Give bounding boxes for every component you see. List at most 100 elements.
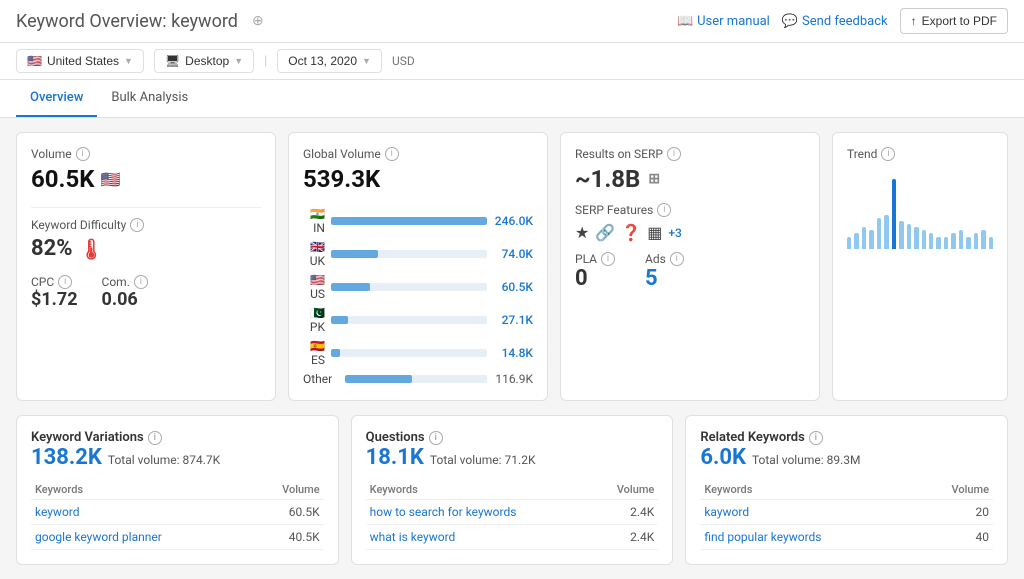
kv-count: 138.2K xyxy=(31,445,102,470)
keyword-cell: find popular keywords xyxy=(700,525,915,550)
volume-info-icon[interactable]: i xyxy=(76,147,90,161)
pla-label: PLA i xyxy=(575,252,615,266)
keyword-link[interactable]: kayword xyxy=(704,505,749,519)
rk-total: Total volume: 89.3M xyxy=(752,453,861,467)
serp-info-icon[interactable]: i xyxy=(667,147,681,161)
country-filter[interactable]: 🇺🇸 United States ▼ xyxy=(16,49,144,73)
trend-bar xyxy=(869,230,873,249)
main-content: Volume i 60.5K 🇺🇸 Keyword Difficulty i 8… xyxy=(0,118,1024,579)
volume-cell: 40 xyxy=(915,525,993,550)
keyword-cell: kayword xyxy=(700,500,915,525)
table-row: google keyword planner40.5K xyxy=(31,525,324,550)
filter-bar: 🇺🇸 United States ▼ 🖥 Desktop ▼ | Oct 13,… xyxy=(0,43,1024,80)
volume-card: Volume i 60.5K 🇺🇸 Keyword Difficulty i 8… xyxy=(16,132,276,401)
volume-cell: 20 xyxy=(915,500,993,525)
global-volume-value: 539.3K xyxy=(303,165,533,193)
rk-table: Keywords Volume kayword20find popular ke… xyxy=(700,480,993,550)
table-row: find popular keywords 40 xyxy=(700,525,993,550)
trend-bar xyxy=(907,224,911,249)
device-filter[interactable]: 🖥 Desktop ▼ xyxy=(154,49,254,73)
tab-overview[interactable]: Overview xyxy=(16,80,97,117)
country-flag-code: 🇪🇸 ES xyxy=(303,339,325,367)
pla-item: PLA i 0 xyxy=(575,252,615,291)
other-label: Other xyxy=(303,372,339,386)
trend-label: Trend i xyxy=(847,147,993,161)
related-keywords-card: Related Keywords i 6.0K Total volume: 89… xyxy=(685,415,1008,565)
other-bar-fill xyxy=(345,375,412,383)
q-info-icon[interactable]: i xyxy=(429,431,443,445)
other-volume: 116.9K xyxy=(493,372,533,386)
question-icon: ❓ xyxy=(621,223,641,242)
trend-bar xyxy=(847,237,851,249)
serp-features-label: SERP Features i xyxy=(575,203,805,217)
features-icons: ★ 🔗 ❓ ▦ +3 xyxy=(575,223,805,242)
ads-info-icon[interactable]: i xyxy=(670,252,684,266)
rk-col-keywords: Keywords xyxy=(700,480,915,500)
keyword-link[interactable]: how to search for keywords xyxy=(370,505,517,519)
currency-label: USD xyxy=(392,54,415,68)
country-flag-code: 🇬🇧 UK xyxy=(303,240,325,268)
volume-cell: 60.5K xyxy=(250,500,324,525)
trend-bar xyxy=(959,230,963,249)
keyword-cell: how to search for keywords xyxy=(366,500,592,525)
trend-card: Trend i xyxy=(832,132,1008,401)
table-row: what is keyword2.4K xyxy=(366,525,659,550)
related-title: Related Keywords i xyxy=(700,430,993,445)
questions-card: Questions i 18.1K Total volume: 71.2K Ke… xyxy=(351,415,674,565)
trend-bar xyxy=(914,227,918,249)
export-button[interactable]: ↑ Export to PDF xyxy=(900,8,1008,34)
kv-col-volume: Volume xyxy=(250,480,324,500)
trend-bar xyxy=(951,233,955,249)
global-volume-info-icon[interactable]: i xyxy=(385,147,399,161)
keyword-link[interactable]: google keyword planner xyxy=(35,530,162,544)
rk-info-icon[interactable]: i xyxy=(809,431,823,445)
cpc-label: CPC i xyxy=(31,275,78,289)
grid-icon: ▦ xyxy=(647,223,662,242)
difficulty-value: 82% 🌡 xyxy=(31,236,261,261)
difficulty-info-icon[interactable]: i xyxy=(130,218,144,232)
country-flag-code: 🇮🇳 IN xyxy=(303,207,325,235)
keyword-variations-title: Keyword Variations i xyxy=(31,430,324,445)
ads-value: 5 xyxy=(645,266,684,291)
com-item: Com. i 0.06 xyxy=(102,275,148,310)
add-keyword-icon[interactable]: ⊕ xyxy=(252,13,264,29)
tab-bulk-analysis[interactable]: Bulk Analysis xyxy=(97,80,202,117)
date-filter[interactable]: Oct 13, 2020 ▼ xyxy=(277,49,382,73)
keyword-link[interactable]: keyword xyxy=(35,505,80,519)
bar-track xyxy=(331,283,487,291)
table-row: how to search for keywords2.4K xyxy=(366,500,659,525)
keyword-link[interactable]: find popular keywords xyxy=(704,530,821,544)
q-total: Total volume: 71.2K xyxy=(430,453,536,467)
send-feedback-link[interactable]: 💬 Send feedback xyxy=(782,14,888,29)
q-col-keywords: Keywords xyxy=(366,480,592,500)
features-more[interactable]: +3 xyxy=(668,226,681,240)
country-flag-code: 🇵🇰 PK xyxy=(303,306,325,334)
volume-value: 60.5K 🇺🇸 xyxy=(31,165,261,193)
chevron-down-icon: ▼ xyxy=(234,56,243,66)
com-info-icon[interactable]: i xyxy=(134,275,148,289)
trend-bar xyxy=(966,237,970,249)
bar-fill xyxy=(331,283,370,291)
trend-info-icon[interactable]: i xyxy=(881,147,895,161)
pla-info-icon[interactable]: i xyxy=(601,252,615,266)
cpc-info-icon[interactable]: i xyxy=(58,275,72,289)
country-volume: 27.1K xyxy=(493,313,533,327)
export-icon: ↑ xyxy=(911,14,917,28)
copy-icon[interactable]: ⊞ xyxy=(648,171,660,187)
kv-info-icon[interactable]: i xyxy=(148,431,162,445)
user-manual-link[interactable]: 📖 User manual xyxy=(677,14,770,29)
trend-bar xyxy=(922,230,926,249)
chat-icon: 💬 xyxy=(782,14,798,29)
volume-label: Volume i xyxy=(31,147,261,161)
tabs-bar: Overview Bulk Analysis xyxy=(0,80,1024,118)
cpc-value: $1.72 xyxy=(31,289,78,310)
chevron-down-icon: ▼ xyxy=(362,56,371,66)
keyword-link[interactable]: what is keyword xyxy=(370,530,456,544)
serp-features-info-icon[interactable]: i xyxy=(657,203,671,217)
questions-title: Questions i xyxy=(366,430,659,445)
us-flag: 🇺🇸 xyxy=(101,170,121,189)
q-header: 18.1K Total volume: 71.2K xyxy=(366,445,659,470)
bar-track xyxy=(331,349,487,357)
kv-header: 138.2K Total volume: 874.7K xyxy=(31,445,324,470)
star-icon: ★ xyxy=(575,223,589,242)
